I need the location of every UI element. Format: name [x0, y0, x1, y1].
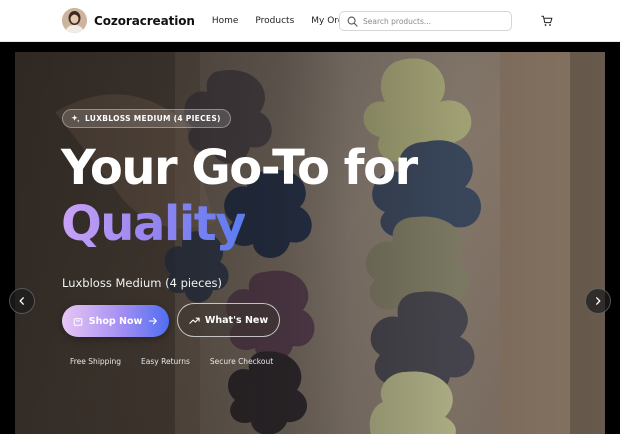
chevron-right-icon: [596, 297, 601, 305]
feature-item: Secure Checkout: [209, 357, 274, 366]
hero-badge: LUXBLOSS MEDIUM (4 PIECES): [62, 109, 231, 128]
hero-title-line2: Quality: [61, 196, 247, 252]
hero-subtitle: Luxbloss Medium (4 pieces): [62, 276, 223, 290]
sparkles-icon: [71, 114, 80, 123]
whats-new-button[interactable]: What's New: [177, 303, 280, 337]
site-header: Cozoracreation Home Products My Orders: [0, 0, 620, 42]
hero-banner: LUXBLOSS MEDIUM (4 PIECES) Your Go-To fo…: [15, 52, 605, 434]
hero-badge-text: LUXBLOSS MEDIUM (4 PIECES): [85, 114, 221, 123]
hero-section: LUXBLOSS MEDIUM (4 PIECES) Your Go-To fo…: [0, 42, 620, 434]
nav-home[interactable]: Home: [212, 16, 239, 26]
arrow-right-icon: [149, 317, 158, 325]
search-icon: [347, 16, 358, 27]
hero-title-line1: Your Go-To for: [61, 140, 418, 196]
feature-list: Free Shipping Easy Returns Secure Checko…: [70, 357, 293, 366]
shop-now-label: Shop Now: [88, 315, 143, 327]
nav-products[interactable]: Products: [255, 16, 294, 26]
brand-name[interactable]: Cozoracreation: [94, 14, 195, 28]
carousel-prev-button[interactable]: [9, 288, 35, 314]
brand-avatar: [62, 8, 87, 33]
feature-item: Easy Returns: [141, 357, 190, 366]
whats-new-label: What's New: [204, 314, 269, 326]
trending-up-icon: [189, 317, 200, 324]
carousel-next-button[interactable]: [585, 288, 611, 314]
feature-item: Free Shipping: [70, 357, 122, 366]
shop-now-button[interactable]: Shop Now: [62, 305, 169, 337]
cart-icon[interactable]: [541, 15, 553, 27]
chevron-left-icon: [19, 297, 24, 305]
brand[interactable]: Cozoracreation: [62, 8, 195, 33]
search-box[interactable]: [339, 11, 512, 31]
shopping-bag-icon: [73, 318, 83, 326]
search-input[interactable]: [363, 16, 503, 26]
